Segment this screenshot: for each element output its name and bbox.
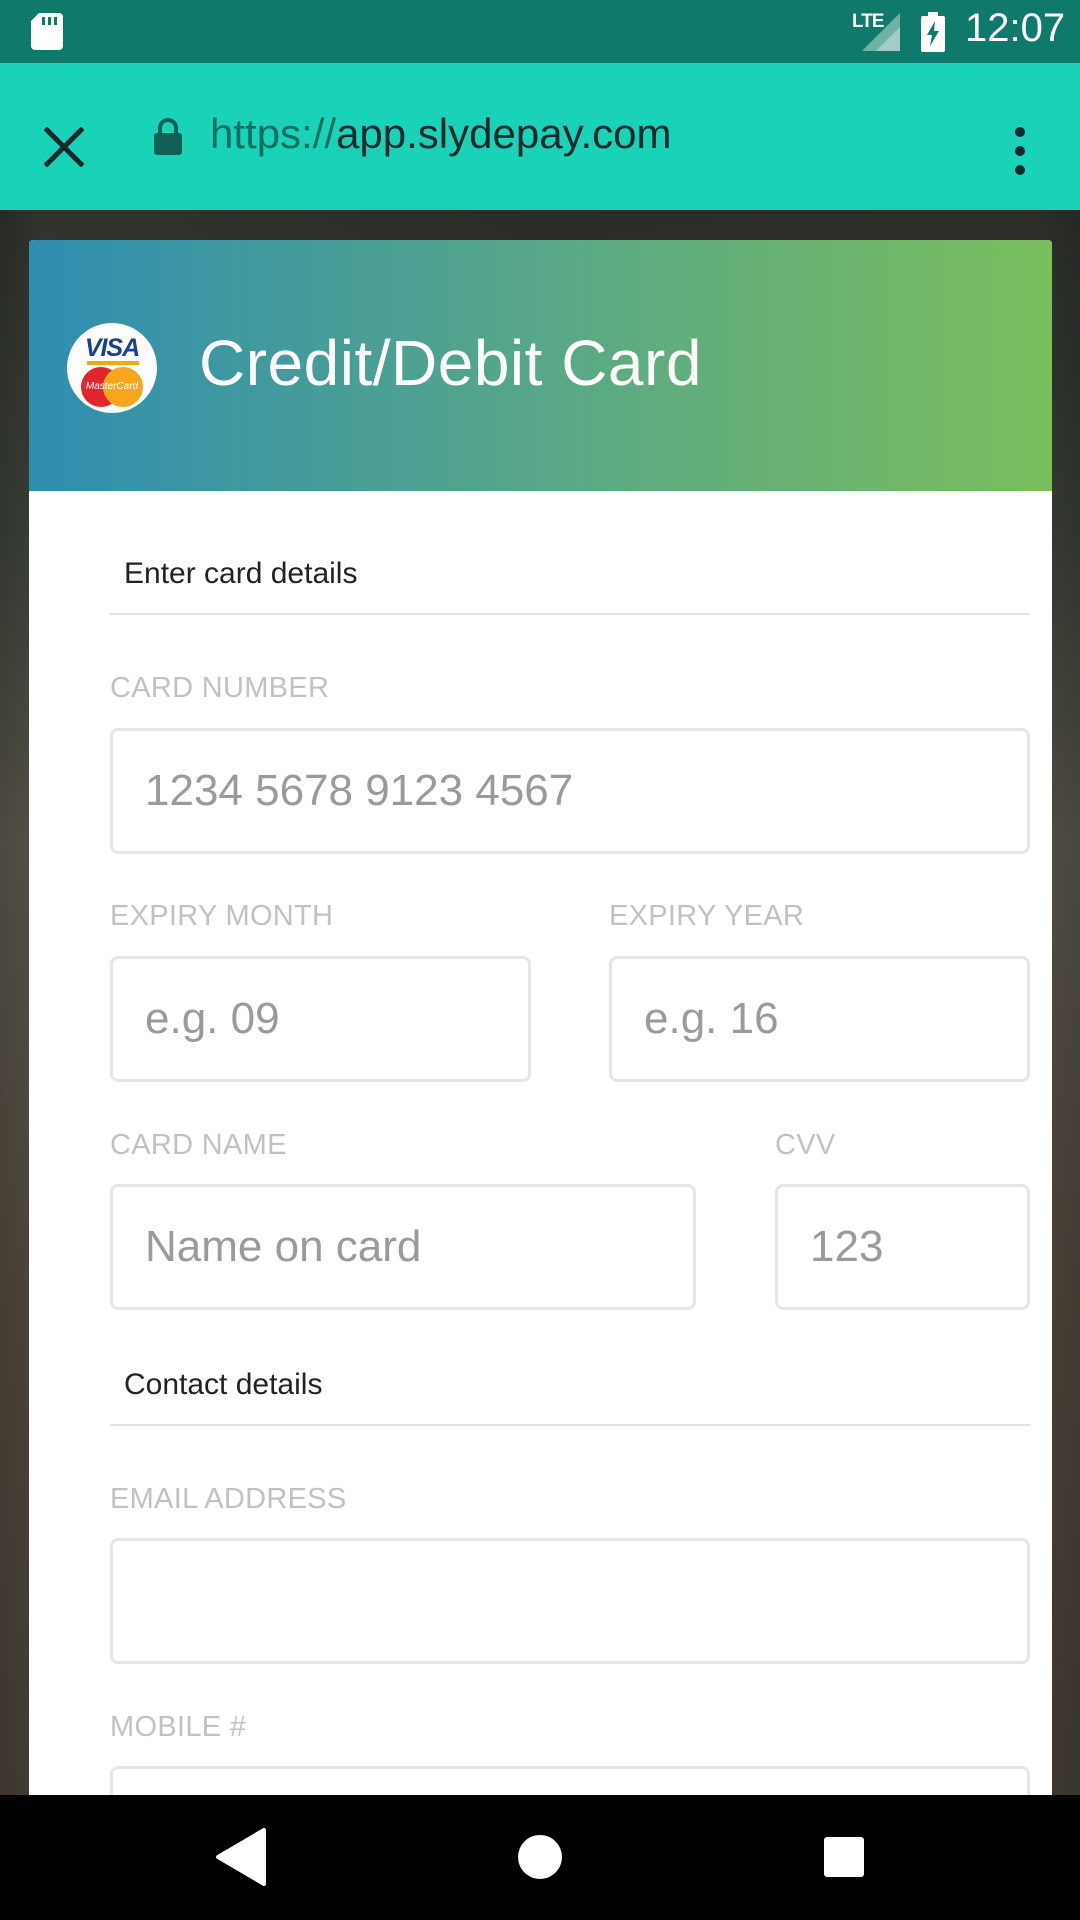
email-label: EMAIL ADDRESS xyxy=(110,1483,347,1515)
browser-toolbar: https://app.slydepay.com xyxy=(0,63,1080,210)
back-icon[interactable] xyxy=(214,1828,270,1886)
visa-mastercard-logo: VISA MasterCard xyxy=(67,323,157,413)
card-header: VISA MasterCard Credit/Debit Card xyxy=(29,240,1052,491)
section-divider xyxy=(110,613,1030,615)
email-input[interactable] xyxy=(110,1538,1030,1664)
card-title: Credit/Debit Card xyxy=(199,327,702,399)
menu-dot-icon xyxy=(1015,146,1025,156)
url-display[interactable]: https://app.slydepay.com xyxy=(210,110,671,158)
card-name-input[interactable] xyxy=(110,1184,696,1310)
expiry-month-label: EXPIRY MONTH xyxy=(110,900,334,932)
status-bar: LTE 12:07 xyxy=(0,0,1080,63)
mobile-label: MOBILE # xyxy=(110,1711,247,1743)
card-number-label: CARD NUMBER xyxy=(110,672,330,704)
sd-card-icon xyxy=(31,13,63,50)
expiry-year-label: EXPIRY YEAR xyxy=(609,900,805,932)
recent-apps-icon[interactable] xyxy=(824,1837,864,1877)
lock-icon xyxy=(154,118,182,155)
home-icon[interactable] xyxy=(518,1835,562,1879)
navigation-bar xyxy=(0,1795,1080,1920)
expiry-month-input[interactable] xyxy=(110,956,531,1082)
section-contact-details: Contact details xyxy=(124,1368,323,1401)
url-scheme: https:// xyxy=(210,110,337,157)
section-divider xyxy=(110,1424,1030,1426)
battery-charging-icon xyxy=(921,12,945,52)
overflow-menu-button[interactable] xyxy=(1000,111,1040,191)
clock: 12:07 xyxy=(965,6,1066,50)
close-icon xyxy=(44,127,84,167)
cvv-input[interactable] xyxy=(775,1184,1030,1310)
url-host: app.slydepay.com xyxy=(336,110,672,157)
card-number-input[interactable] xyxy=(110,728,1030,854)
menu-dot-icon xyxy=(1015,165,1025,175)
payment-card: VISA MasterCard Credit/Debit Card Enter … xyxy=(29,240,1052,1840)
menu-dot-icon xyxy=(1015,127,1025,137)
signal-icon xyxy=(862,13,900,51)
expiry-year-input[interactable] xyxy=(609,956,1030,1082)
cvv-label: CVV xyxy=(775,1129,836,1161)
card-name-label: CARD NAME xyxy=(110,1129,287,1161)
close-tab-button[interactable] xyxy=(28,111,100,183)
section-card-details: Enter card details xyxy=(124,557,358,590)
